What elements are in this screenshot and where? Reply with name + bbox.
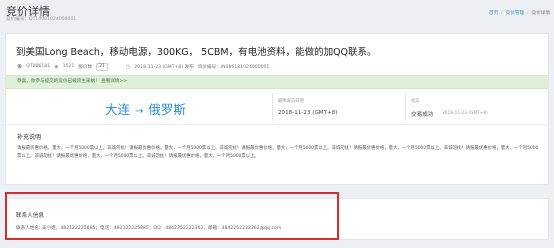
breadcrumb-home[interactable]: 首页 — [489, 11, 498, 16]
arrow-right-icon: → — [135, 106, 144, 117]
latest-ship-date-value: 2018-11-23 (GMT+8) — [278, 110, 338, 116]
status-label: 状态 — [411, 99, 420, 104]
route-summary: 大连 → 俄罗斯 最晚发货日期 2018-11-23 (GMT+8) 状态 交易成功… — [6, 89, 548, 125]
view-count: 1521 — [62, 64, 75, 69]
inquiry-number: 询价编号：IN086181024000001 — [197, 64, 270, 70]
notes-text: 请报最优惠价格，量大，一个月5000票以上。非诚勿扰！请报最优惠价格，量大，一个… — [17, 146, 539, 160]
shipper-code: QT086181 — [26, 64, 51, 69]
bid-meta: ☻ QT086181 ◉ 1521 报价数 21 ◷ 2018-11-23 (G… — [17, 62, 269, 71]
status-date: 2018-11-23 (GMT+8) — [442, 111, 488, 116]
route-destination: 俄罗斯 — [148, 102, 186, 117]
eye-icon: ◉ — [54, 63, 59, 70]
breadcrumb-separator: / — [527, 11, 529, 16]
breadcrumb-bid-management[interactable]: 竞价管理 — [506, 11, 524, 16]
contact-title: 联系人信息 — [16, 213, 44, 219]
page-header: 竞价详情 竞价编号：QT10081024000001 首页 / 竞价管理 / 竞价详情 — [0, 0, 554, 26]
divider — [405, 93, 406, 121]
divider — [272, 93, 273, 121]
route: 大连 → 俄罗斯 — [105, 99, 186, 118]
user-icon: ☻ — [17, 63, 23, 70]
contact-card: 联系人信息 联系人姓名: 吴小姐，482122225885；电话：4821222… — [5, 198, 549, 240]
publish-datetime: 2018-11-23 (GMT+8) 发布 — [134, 64, 194, 70]
status-value: 交易成功 — [411, 112, 434, 118]
breadcrumb: 首页 / 竞价管理 / 竞价详情 — [489, 10, 550, 16]
success-alert[interactable]: 恭喜，你参与提交的竞价已被货主采纳！ 查看详情>> — [6, 75, 548, 89]
breadcrumb-current: 竞价详情 — [531, 11, 550, 16]
bids-label: 报价数 — [78, 64, 93, 70]
bid-title: 到美国Long Beach，移动电源，300KG， 5CBM，有电池资料，能做的… — [16, 47, 377, 58]
bid-detail-card: 到美国Long Beach，移动电源，300KG， 5CBM，有电池资料，能做的… — [5, 33, 549, 185]
bid-number: 竞价编号：QT10081024000001 — [6, 17, 77, 22]
clock-icon: ◷ — [125, 63, 131, 70]
contact-details: 联系人姓名: 吴小姐，482122225885；电话：482122225885；… — [16, 226, 282, 231]
latest-ship-date-label: 最晚发货日期 — [278, 99, 304, 104]
breadcrumb-separator: / — [501, 11, 503, 16]
route-origin: 大连 — [105, 102, 131, 117]
notes-title: 补充说明 — [17, 134, 42, 141]
bid-count-badge: 21 — [96, 62, 108, 71]
